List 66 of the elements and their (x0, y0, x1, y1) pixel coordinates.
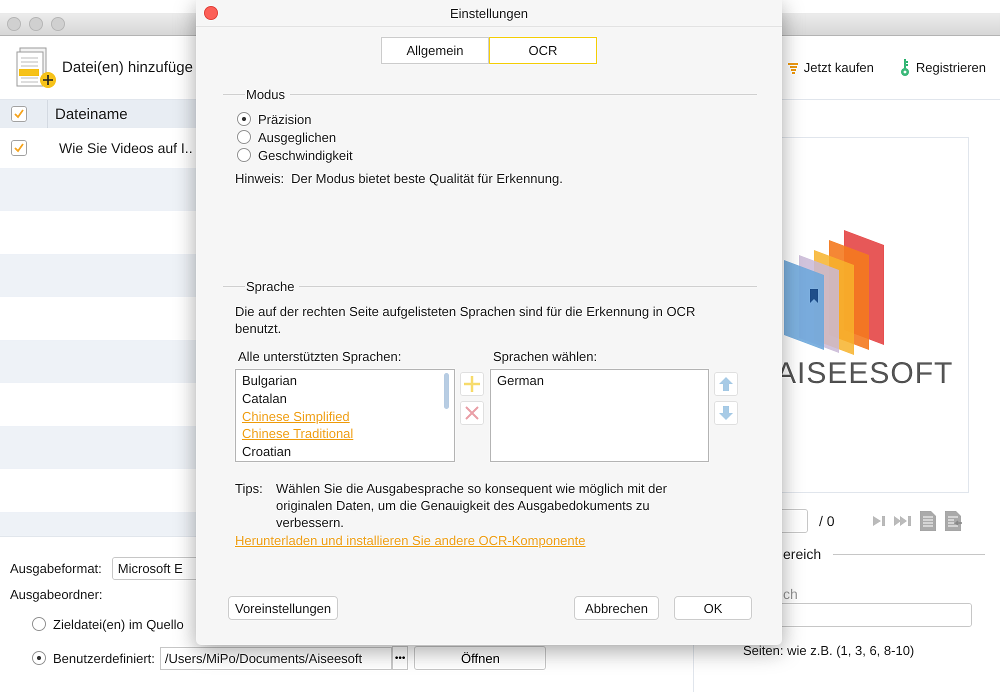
path-field[interactable]: /Users/MiPo/Documents/Aiseesoft (160, 646, 392, 670)
description-text: Die auf der rechten Seite aufgelisteten Sprachen sind für die Erkennung in OCR benutzt. (235, 303, 696, 337)
radio-button[interactable] (237, 112, 251, 126)
cancel-button[interactable]: Abbrechen (574, 596, 659, 620)
document-export-icon[interactable] (945, 511, 962, 531)
radio-button[interactable] (32, 651, 46, 665)
file-name: Wie Sie Videos auf I.. (58, 140, 193, 156)
radio-label: Geschwindigkeit (258, 148, 353, 162)
last-page-icon[interactable] (894, 516, 911, 526)
defaults-button[interactable]: Voreinstellungen (228, 596, 338, 620)
register-button[interactable]: Registrieren (900, 58, 986, 76)
radio-label: Zieldatei(en) im Quello (53, 616, 184, 632)
add-pdf-icon (16, 46, 56, 90)
section-heading: Sprache (246, 279, 294, 294)
next-page-icon[interactable] (873, 516, 885, 526)
radio-label: Ausgeglichen (258, 130, 336, 144)
list-item[interactable]: Bulgarian (242, 372, 297, 390)
scrollbar[interactable] (444, 373, 449, 409)
up-arrow-icon (719, 377, 733, 391)
browse-button[interactable]: ••• (392, 646, 408, 670)
window-button[interactable] (51, 17, 65, 31)
move-down-button[interactable] (714, 401, 738, 425)
cart-icon (788, 62, 798, 74)
tips-label: Tips: (235, 480, 264, 498)
dialog-title: Einstellungen (448, 6, 530, 20)
field-label: Ausgabeformat: (10, 560, 102, 576)
column-header: Dateiname (54, 106, 128, 122)
tab[interactable]: Allgemein (381, 37, 489, 64)
radio-button[interactable] (237, 130, 251, 144)
radio-button[interactable] (237, 148, 251, 162)
tips-text: Wählen Sie die Ausgabesprache so konsequent wie möglich mit der originalen Daten, um die Genauigkeit des Ausgabedokuments zu verbessern. (276, 480, 668, 531)
list-label: Alle unterstützten Sprachen: (237, 349, 402, 365)
radio-label: Präzision (258, 112, 312, 126)
document-icon[interactable] (920, 511, 936, 531)
page-total: / 0 (819, 513, 836, 529)
radio-button[interactable] (32, 617, 46, 631)
section-heading: ereich (783, 546, 822, 562)
buy-button[interactable]: Jetzt kaufen (788, 60, 874, 75)
list-label: Sprachen wählen: (492, 349, 598, 365)
open-button[interactable]: Öffnen (414, 646, 546, 670)
section-heading: Modus (246, 87, 286, 102)
remove-button[interactable] (460, 401, 484, 425)
list-item[interactable]: Croatian (242, 443, 292, 461)
close-button[interactable] (204, 6, 218, 20)
down-arrow-icon (719, 406, 733, 420)
window-button[interactable] (7, 17, 21, 31)
add-button[interactable] (460, 372, 484, 396)
list-item[interactable]: German (497, 372, 544, 390)
logo-text: AISEESOFT (776, 357, 954, 391)
checkbox[interactable] (11, 140, 27, 156)
ok-button[interactable]: OK (674, 596, 752, 620)
add-files-button[interactable]: Datei(en) hinzufüge (16, 46, 193, 90)
field-label: Ausgabeordner: (10, 586, 103, 602)
key-icon (900, 58, 910, 76)
hint-text: Seiten: wie z.B. (1, 3, 6, 8-10) (742, 643, 916, 658)
field-label: ch (782, 586, 799, 602)
tab[interactable]: OCR (489, 37, 597, 64)
hint-text: Der Modus bietet beste Qualität für Erkennung. (291, 171, 563, 186)
checkbox[interactable] (11, 106, 27, 122)
plus-icon (464, 376, 480, 392)
cross-icon (465, 406, 479, 420)
window-button[interactable] (29, 17, 43, 31)
radio-label: Benutzerdefiniert: (53, 650, 155, 666)
list-item[interactable]: Catalan (242, 390, 287, 408)
hint-label: Hinweis: (235, 171, 284, 186)
move-up-button[interactable] (714, 372, 738, 396)
